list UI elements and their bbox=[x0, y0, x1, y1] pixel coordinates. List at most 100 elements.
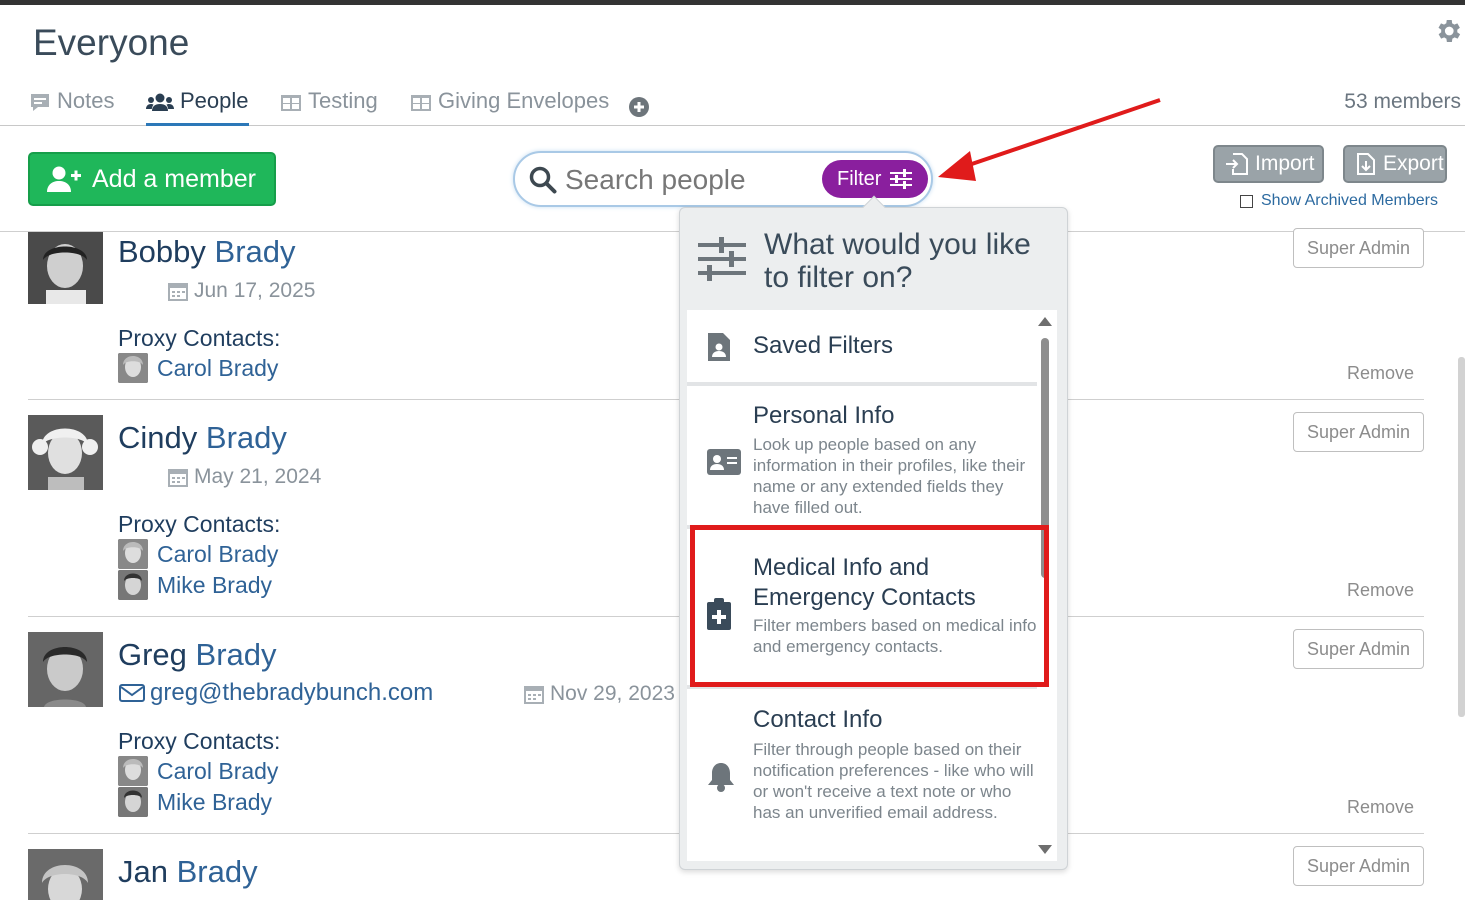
filter-label: Filter bbox=[837, 167, 882, 190]
import-label: Import bbox=[1255, 152, 1315, 175]
add-tab-button[interactable] bbox=[628, 92, 650, 130]
annotation-highlight-box bbox=[690, 525, 1049, 687]
avatar bbox=[118, 539, 148, 569]
import-button[interactable]: Import bbox=[1213, 145, 1324, 183]
first-name: Bobby bbox=[118, 234, 206, 269]
add-user-icon bbox=[47, 166, 81, 192]
member-name[interactable]: Greg Brady bbox=[118, 637, 277, 673]
filter-option-title: Saved Filters bbox=[753, 332, 894, 359]
avatar bbox=[118, 570, 148, 600]
member-name[interactable]: Cindy Brady bbox=[118, 420, 287, 456]
filter-option-description: Filter through people based on their not… bbox=[753, 740, 1034, 822]
first-name: Greg bbox=[118, 637, 187, 672]
proxy-name: Mike Brady bbox=[157, 788, 273, 815]
member-name[interactable]: Jan Brady bbox=[118, 854, 258, 890]
avatar[interactable] bbox=[28, 849, 103, 900]
top-bar bbox=[0, 0, 1465, 5]
calendar-icon bbox=[168, 283, 188, 301]
first-name: Jan bbox=[118, 854, 168, 889]
proxy-contacts-label: Proxy Contacts: bbox=[118, 511, 281, 537]
last-name: Brady bbox=[176, 854, 258, 889]
filter-button[interactable]: Filter bbox=[822, 160, 928, 198]
filter-panel-title: What would you like to filter on? bbox=[764, 228, 1031, 294]
tab-notes[interactable]: Notes bbox=[29, 88, 114, 126]
role-button[interactable]: Super Admin bbox=[1293, 846, 1424, 886]
search-icon bbox=[529, 166, 557, 194]
member-date: Jun 17, 2025 bbox=[168, 279, 315, 303]
avatar[interactable] bbox=[28, 232, 103, 304]
tab-label: Testing bbox=[308, 88, 378, 113]
annotation-arrow bbox=[938, 98, 1161, 181]
last-name: Brady bbox=[195, 637, 277, 672]
show-archived-toggle[interactable]: Show Archived Members bbox=[1240, 192, 1438, 210]
proxy-contact[interactable]: Carol Brady bbox=[118, 539, 278, 569]
filter-option-personal-info[interactable]: Personal Info Look up people based on an… bbox=[687, 386, 1037, 529]
avatar bbox=[118, 756, 148, 786]
avatar[interactable] bbox=[28, 415, 103, 490]
remove-link[interactable]: Remove bbox=[1347, 797, 1414, 818]
export-icon bbox=[1357, 153, 1375, 175]
proxy-name: Carol Brady bbox=[157, 540, 279, 567]
filter-option-description: Look up people based on any information … bbox=[753, 435, 1026, 517]
role-button[interactable]: Super Admin bbox=[1293, 228, 1424, 268]
avatar[interactable] bbox=[28, 632, 103, 707]
gear-icon[interactable] bbox=[1433, 16, 1463, 46]
add-member-label: Add a member bbox=[92, 164, 256, 193]
remove-link[interactable]: Remove bbox=[1347, 580, 1414, 601]
email-text: greg@thebradybunch.com bbox=[150, 679, 434, 706]
tab-bar: Notes People Testing Giving Envelopes 53… bbox=[0, 82, 1465, 126]
envelope-icon bbox=[119, 684, 145, 702]
tab-label: Notes bbox=[57, 88, 115, 113]
proxy-contact[interactable]: Carol Brady bbox=[118, 353, 278, 383]
filter-option-saved-filters[interactable]: Saved Filters bbox=[687, 310, 1037, 386]
page-scrollbar[interactable] bbox=[1456, 232, 1465, 900]
plus-circle-icon bbox=[629, 97, 649, 117]
export-button[interactable]: Export bbox=[1343, 145, 1447, 183]
show-archived-checkbox[interactable] bbox=[1240, 194, 1253, 208]
proxy-contact[interactable]: Mike Brady bbox=[118, 787, 272, 817]
comment-icon bbox=[31, 94, 49, 111]
members-count: 53 members bbox=[1344, 90, 1461, 113]
role-button[interactable]: Super Admin bbox=[1293, 412, 1424, 452]
filter-option-contact-info[interactable]: Contact Info Filter through people based… bbox=[687, 689, 1037, 861]
date-text: Nov 29, 2023 bbox=[550, 682, 675, 705]
tab-testing[interactable]: Testing bbox=[280, 88, 378, 126]
last-name: Brady bbox=[214, 234, 296, 269]
role-button[interactable]: Super Admin bbox=[1293, 629, 1424, 669]
proxy-name: Mike Brady bbox=[157, 571, 273, 598]
member-date: Nov 29, 2023 bbox=[524, 682, 675, 706]
tab-people[interactable]: People bbox=[146, 88, 249, 126]
saved-file-icon bbox=[708, 333, 730, 361]
last-name: Brady bbox=[205, 420, 287, 455]
search-input[interactable] bbox=[565, 163, 815, 197]
member-name[interactable]: Bobby Brady bbox=[118, 234, 296, 270]
calendar-icon bbox=[524, 686, 544, 704]
member-email[interactable]: greg@thebradybunch.com bbox=[118, 679, 433, 707]
scrollbar-thumb[interactable] bbox=[1458, 357, 1465, 717]
scroll-down-arrow-icon[interactable] bbox=[1038, 845, 1052, 854]
proxy-contact[interactable]: Mike Brady bbox=[118, 570, 272, 600]
sliders-icon bbox=[890, 169, 913, 189]
member-date: May 21, 2024 bbox=[168, 465, 321, 489]
tab-label: People bbox=[180, 88, 249, 113]
proxy-name: Carol Brady bbox=[157, 354, 279, 381]
bell-icon bbox=[708, 763, 734, 792]
proxy-contact[interactable]: Carol Brady bbox=[118, 756, 278, 786]
filter-option-title: Personal Info bbox=[753, 402, 895, 429]
tab-giving-envelopes[interactable]: Giving Envelopes bbox=[410, 88, 609, 126]
sliders-icon bbox=[698, 237, 746, 281]
remove-link[interactable]: Remove bbox=[1347, 363, 1414, 384]
export-label: Export bbox=[1383, 152, 1444, 175]
import-icon bbox=[1226, 153, 1248, 175]
calendar-icon bbox=[168, 469, 188, 487]
add-member-button[interactable]: Add a member bbox=[28, 152, 276, 206]
date-text: May 21, 2024 bbox=[194, 465, 322, 488]
proxy-contacts-label: Proxy Contacts: bbox=[118, 728, 281, 754]
date-text: Jun 17, 2025 bbox=[194, 279, 316, 302]
scroll-up-arrow-icon[interactable] bbox=[1038, 317, 1052, 326]
proxy-name: Carol Brady bbox=[157, 757, 279, 784]
tab-label: Giving Envelopes bbox=[438, 88, 610, 113]
table-icon bbox=[411, 95, 431, 111]
users-icon bbox=[146, 93, 174, 111]
id-card-icon bbox=[707, 449, 741, 475]
